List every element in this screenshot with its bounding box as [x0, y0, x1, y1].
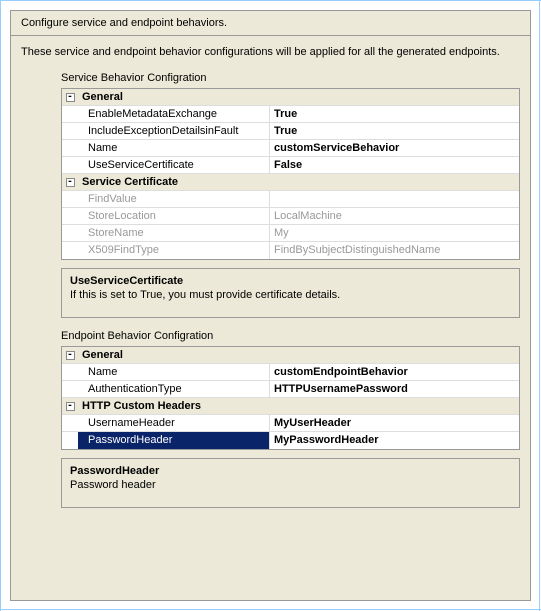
- property-value: [270, 191, 519, 207]
- collapse-icon[interactable]: -: [66, 178, 75, 187]
- property-row[interactable]: AuthenticationType HTTPUsernamePassword: [62, 381, 519, 398]
- property-row[interactable]: Name customServiceBehavior: [62, 140, 519, 157]
- panel-title: Configure service and endpoint behaviors…: [11, 11, 530, 36]
- endpoint-behavior-grid: - General Name customEndpointBehavior Au…: [61, 346, 520, 450]
- collapse-icon[interactable]: -: [66, 93, 75, 102]
- property-name: UseServiceCertificate: [78, 157, 270, 173]
- property-name: PasswordHeader: [78, 432, 270, 449]
- property-row[interactable]: PasswordHeader MyPasswordHeader: [62, 432, 519, 449]
- category-row[interactable]: - General: [62, 89, 519, 106]
- property-row[interactable]: EnableMetadataExchange True: [62, 106, 519, 123]
- endpoint-description-box: PasswordHeader Password header: [61, 458, 520, 508]
- property-row: X509FindType FindBySubjectDistinguishedN…: [62, 242, 519, 259]
- collapse-icon[interactable]: -: [66, 351, 75, 360]
- property-name: StoreLocation: [78, 208, 270, 224]
- description-text: If this is set to True, you must provide…: [70, 289, 511, 301]
- property-value[interactable]: MyPasswordHeader: [270, 432, 519, 449]
- property-value[interactable]: True: [270, 106, 519, 122]
- property-row[interactable]: IncludeExceptionDetailsinFault True: [62, 123, 519, 140]
- service-behavior-title: Service Behavior Configration: [61, 72, 520, 84]
- property-name: Name: [78, 364, 270, 380]
- property-name: Name: [78, 140, 270, 156]
- property-value: FindBySubjectDistinguishedName: [270, 242, 519, 259]
- property-name: X509FindType: [78, 242, 270, 259]
- property-row: FindValue: [62, 191, 519, 208]
- property-row[interactable]: UsernameHeader MyUserHeader: [62, 415, 519, 432]
- property-name: StoreName: [78, 225, 270, 241]
- collapse-icon[interactable]: -: [66, 402, 75, 411]
- description-title: UseServiceCertificate: [70, 275, 511, 287]
- intro-text: These service and endpoint behavior conf…: [11, 36, 530, 62]
- property-name: EnableMetadataExchange: [78, 106, 270, 122]
- property-row[interactable]: UseServiceCertificate False: [62, 157, 519, 174]
- category-row[interactable]: - General: [62, 347, 519, 364]
- property-value[interactable]: MyUserHeader: [270, 415, 519, 431]
- service-behavior-grid: - General EnableMetadataExchange True In…: [61, 88, 520, 260]
- endpoint-behavior-title: Endpoint Behavior Configration: [61, 330, 520, 342]
- property-name: IncludeExceptionDetailsinFault: [78, 123, 270, 139]
- property-name: FindValue: [78, 191, 270, 207]
- property-value[interactable]: HTTPUsernamePassword: [270, 381, 519, 397]
- config-panel: Configure service and endpoint behaviors…: [10, 10, 531, 601]
- description-title: PasswordHeader: [70, 465, 511, 477]
- property-row: StoreName My: [62, 225, 519, 242]
- property-value[interactable]: customServiceBehavior: [270, 140, 519, 156]
- description-text: Password header: [70, 479, 511, 491]
- property-value[interactable]: False: [270, 157, 519, 173]
- service-description-box: UseServiceCertificate If this is set to …: [61, 268, 520, 318]
- property-value: My: [270, 225, 519, 241]
- category-label: General: [78, 89, 270, 105]
- property-row[interactable]: Name customEndpointBehavior: [62, 364, 519, 381]
- property-row: StoreLocation LocalMachine: [62, 208, 519, 225]
- property-name: AuthenticationType: [78, 381, 270, 397]
- service-behavior-section: Service Behavior Configration - General …: [11, 62, 530, 526]
- property-value[interactable]: customEndpointBehavior: [270, 364, 519, 380]
- category-row[interactable]: - HTTP Custom Headers: [62, 398, 519, 415]
- property-name: UsernameHeader: [78, 415, 270, 431]
- category-label: HTTP Custom Headers: [78, 398, 270, 414]
- category-label: General: [78, 347, 270, 363]
- property-value[interactable]: True: [270, 123, 519, 139]
- category-label: Service Certificate: [78, 174, 270, 190]
- property-value: LocalMachine: [270, 208, 519, 224]
- category-row[interactable]: - Service Certificate: [62, 174, 519, 191]
